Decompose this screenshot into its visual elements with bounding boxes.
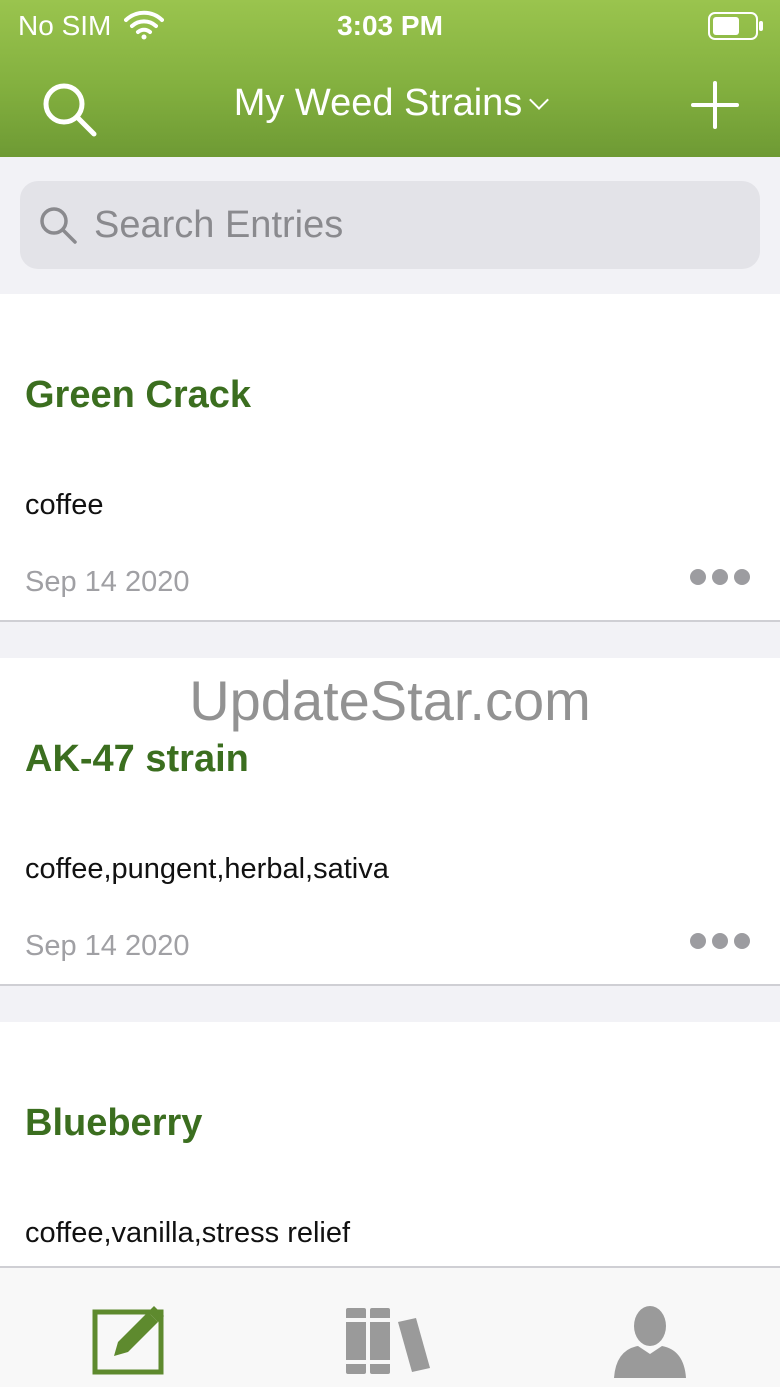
entry-tags: coffee	[25, 489, 104, 521]
nav-bar: My Weed Strains	[0, 60, 780, 150]
profile-icon[interactable]	[610, 1304, 690, 1378]
library-icon[interactable]	[344, 1304, 434, 1376]
search-input[interactable]	[94, 193, 734, 257]
entries-list: Green Crack coffee Sep 14 2020 AK-47 str…	[0, 294, 780, 1350]
chevron-down-icon	[529, 90, 550, 110]
entry-tags: coffee,pungent,herbal,sativa	[25, 853, 389, 885]
plus-icon[interactable]	[690, 80, 740, 130]
entry-date: Sep 14 2020	[25, 566, 190, 598]
edit-entries-icon[interactable]	[92, 1304, 168, 1376]
list-item[interactable]: Green Crack coffee Sep 14 2020	[0, 294, 780, 622]
collection-selector[interactable]: My Weed Strains	[0, 82, 780, 125]
app-header: No SIM 3:03 PM My Weed Strains	[0, 0, 780, 157]
entry-tags: coffee,vanilla,stress relief	[25, 1217, 351, 1249]
clock: 3:03 PM	[337, 10, 443, 41]
entry-title: Green Crack	[25, 374, 252, 416]
entry-title: AK-47 strain	[25, 738, 249, 780]
magnifier-icon	[40, 207, 77, 244]
tab-bar	[0, 1266, 780, 1387]
search-section	[0, 157, 780, 294]
battery-icon	[708, 12, 763, 40]
list-item[interactable]: AK-47 strain coffee,pungent,herbal,sativ…	[0, 658, 780, 986]
more-options-icon[interactable]	[690, 569, 760, 593]
more-options-icon[interactable]	[690, 933, 760, 957]
search-bar[interactable]	[20, 181, 760, 269]
page-title: My Weed Strains	[233, 82, 523, 124]
entry-title: Blueberry	[25, 1102, 203, 1144]
entry-date: Sep 14 2020	[25, 930, 190, 962]
status-bar: No SIM 3:03 PM	[0, 0, 780, 52]
